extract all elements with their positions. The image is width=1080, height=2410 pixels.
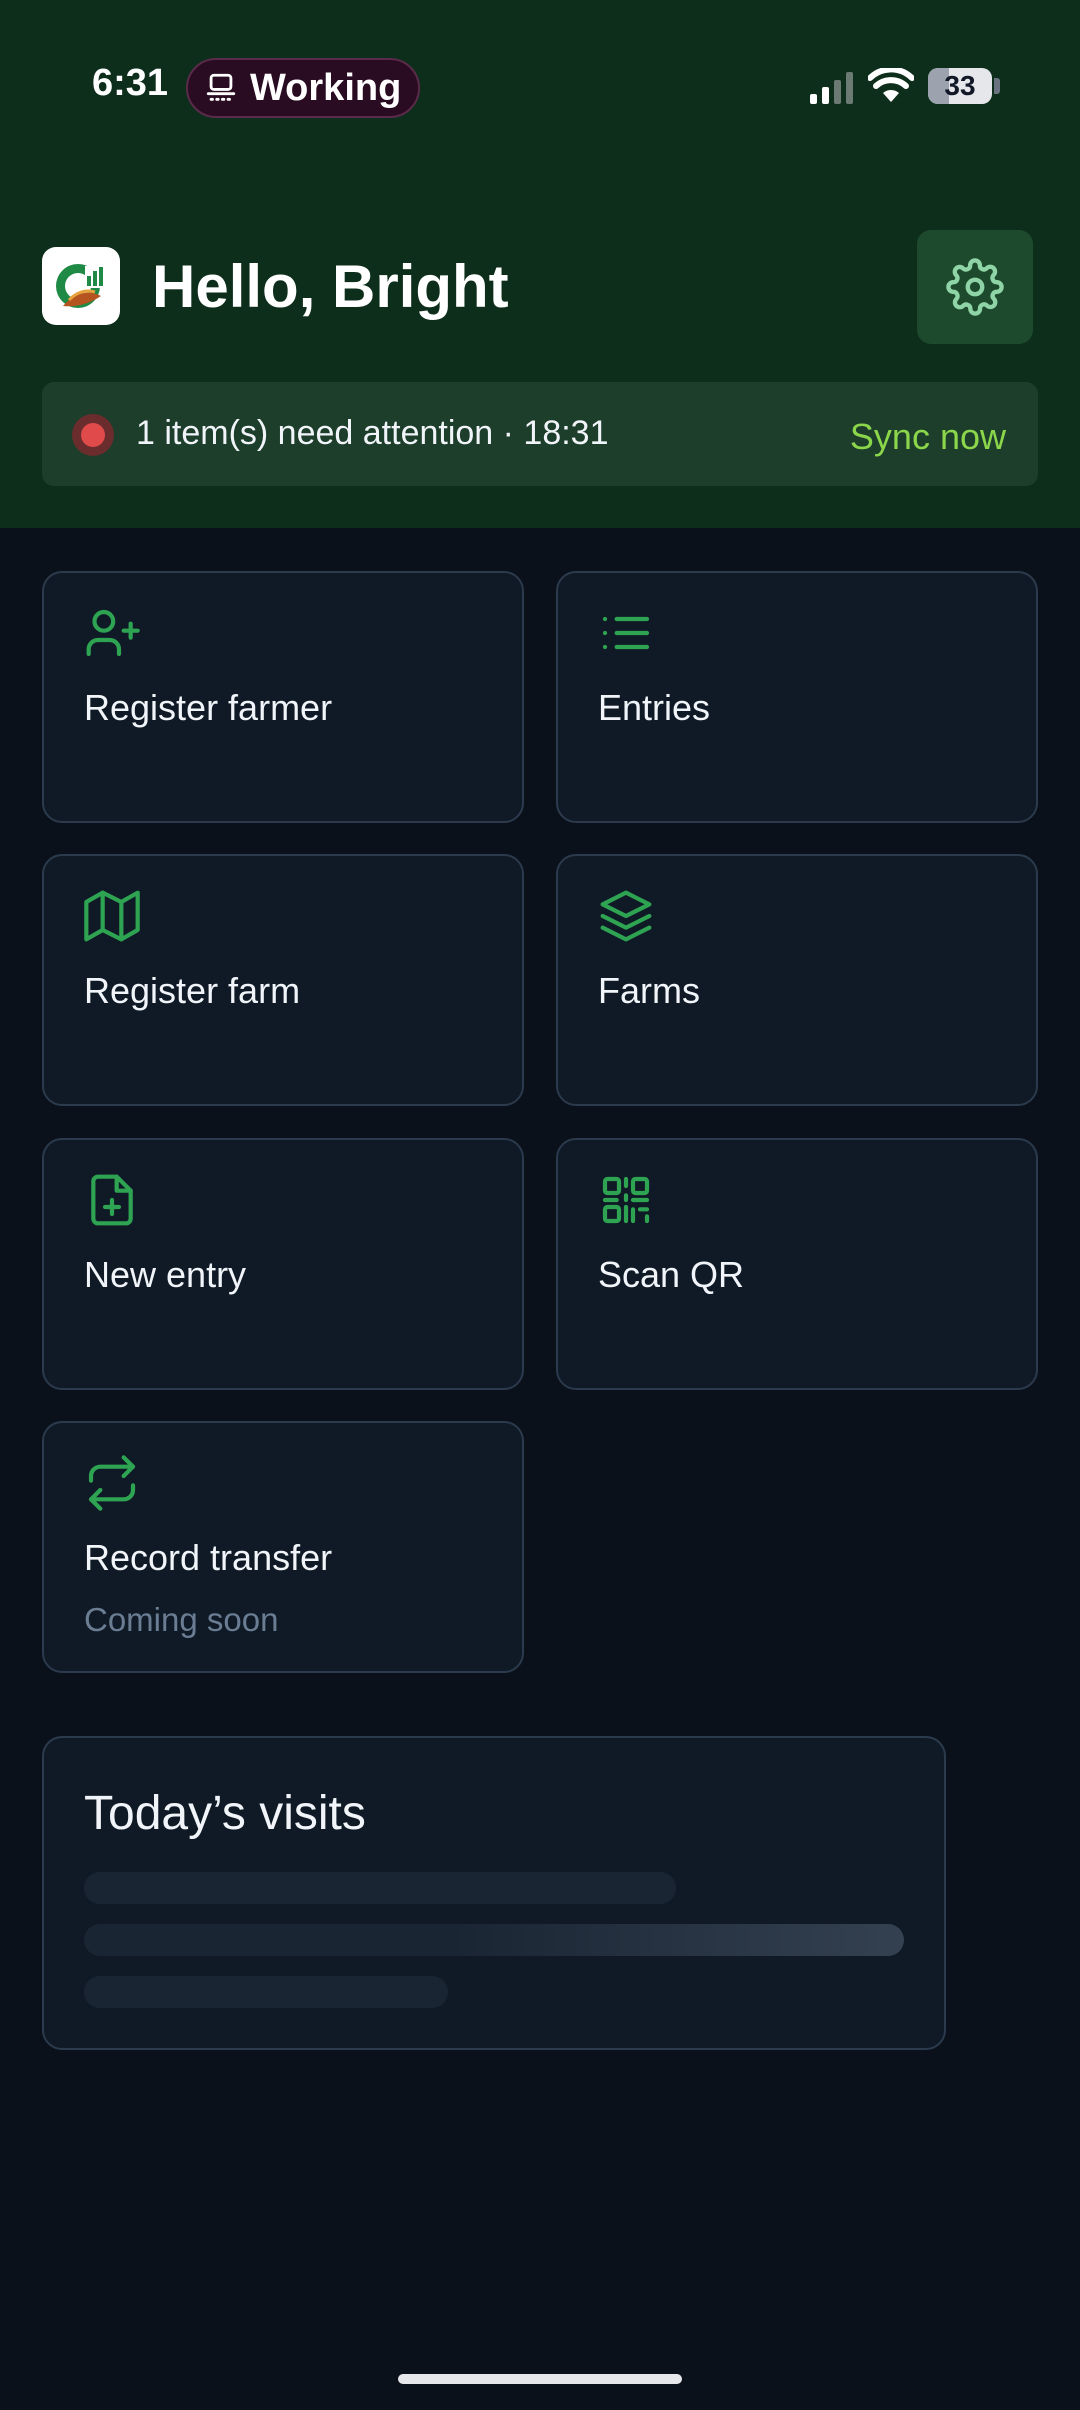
status-time: 6:31 <box>92 62 169 104</box>
file-plus-icon <box>91 1174 133 1226</box>
todays-visits-card: Today’s visits <box>42 1736 946 2050</box>
tile-farms[interactable]: Farms <box>556 854 1038 1106</box>
battery-nub <box>994 78 1000 94</box>
cellular-signal-icon <box>810 72 853 104</box>
printer-icon <box>206 73 236 101</box>
app-logo-icon <box>56 264 103 308</box>
loading-skeleton-line <box>84 1924 904 1956</box>
tile-label: Farms <box>598 970 700 1011</box>
tile-register-farm[interactable]: Register farm <box>42 854 524 1106</box>
qr-code-icon <box>602 1176 650 1224</box>
greeting-title: Hello, Bright <box>152 253 509 320</box>
activity-pill[interactable]: Working <box>186 58 420 118</box>
tile-label: Register farmer <box>84 687 333 728</box>
settings-button[interactable] <box>917 230 1033 344</box>
tile-record-transfer[interactable]: Record transfer Coming soon <box>42 1421 524 1673</box>
loading-skeleton-line <box>84 1976 448 2008</box>
alert-status-dot <box>72 414 114 456</box>
map-icon <box>84 890 140 942</box>
wifi-icon <box>868 68 914 102</box>
home-indicator[interactable] <box>398 2374 682 2384</box>
activity-label: Working <box>250 66 402 109</box>
battery-icon: 33 <box>928 68 992 104</box>
tile-new-entry[interactable]: New entry <box>42 1138 524 1390</box>
sync-now-button[interactable]: Sync now <box>850 416 1006 458</box>
tile-label: Record transfer <box>84 1537 333 1578</box>
attention-banner: 1 item(s) need attention · 18:31 Sync no… <box>42 382 1038 486</box>
tile-register-farmer[interactable]: Register farmer <box>42 571 524 823</box>
tile-scan-qr[interactable]: Scan QR <box>556 1138 1038 1390</box>
loading-skeleton-line <box>84 1872 676 1904</box>
repeat-icon <box>88 1455 136 1511</box>
tile-label: Entries <box>598 687 711 728</box>
tile-label: Register farm <box>84 970 301 1011</box>
app-logo <box>42 247 120 325</box>
tile-entries[interactable]: Entries <box>556 571 1038 823</box>
list-icon <box>602 616 650 650</box>
visits-title: Today’s visits <box>84 1787 366 1840</box>
layers-icon <box>600 890 652 942</box>
tile-label: New entry <box>84 1254 247 1295</box>
coming-soon-label: Coming soon <box>84 1601 279 1638</box>
battery-level: 33 <box>944 70 976 101</box>
tile-label: Scan QR <box>598 1254 745 1295</box>
gear-icon <box>946 258 1004 316</box>
attention-text: 1 item(s) need attention · 18:31 <box>136 414 609 452</box>
user-plus-icon <box>86 609 140 657</box>
